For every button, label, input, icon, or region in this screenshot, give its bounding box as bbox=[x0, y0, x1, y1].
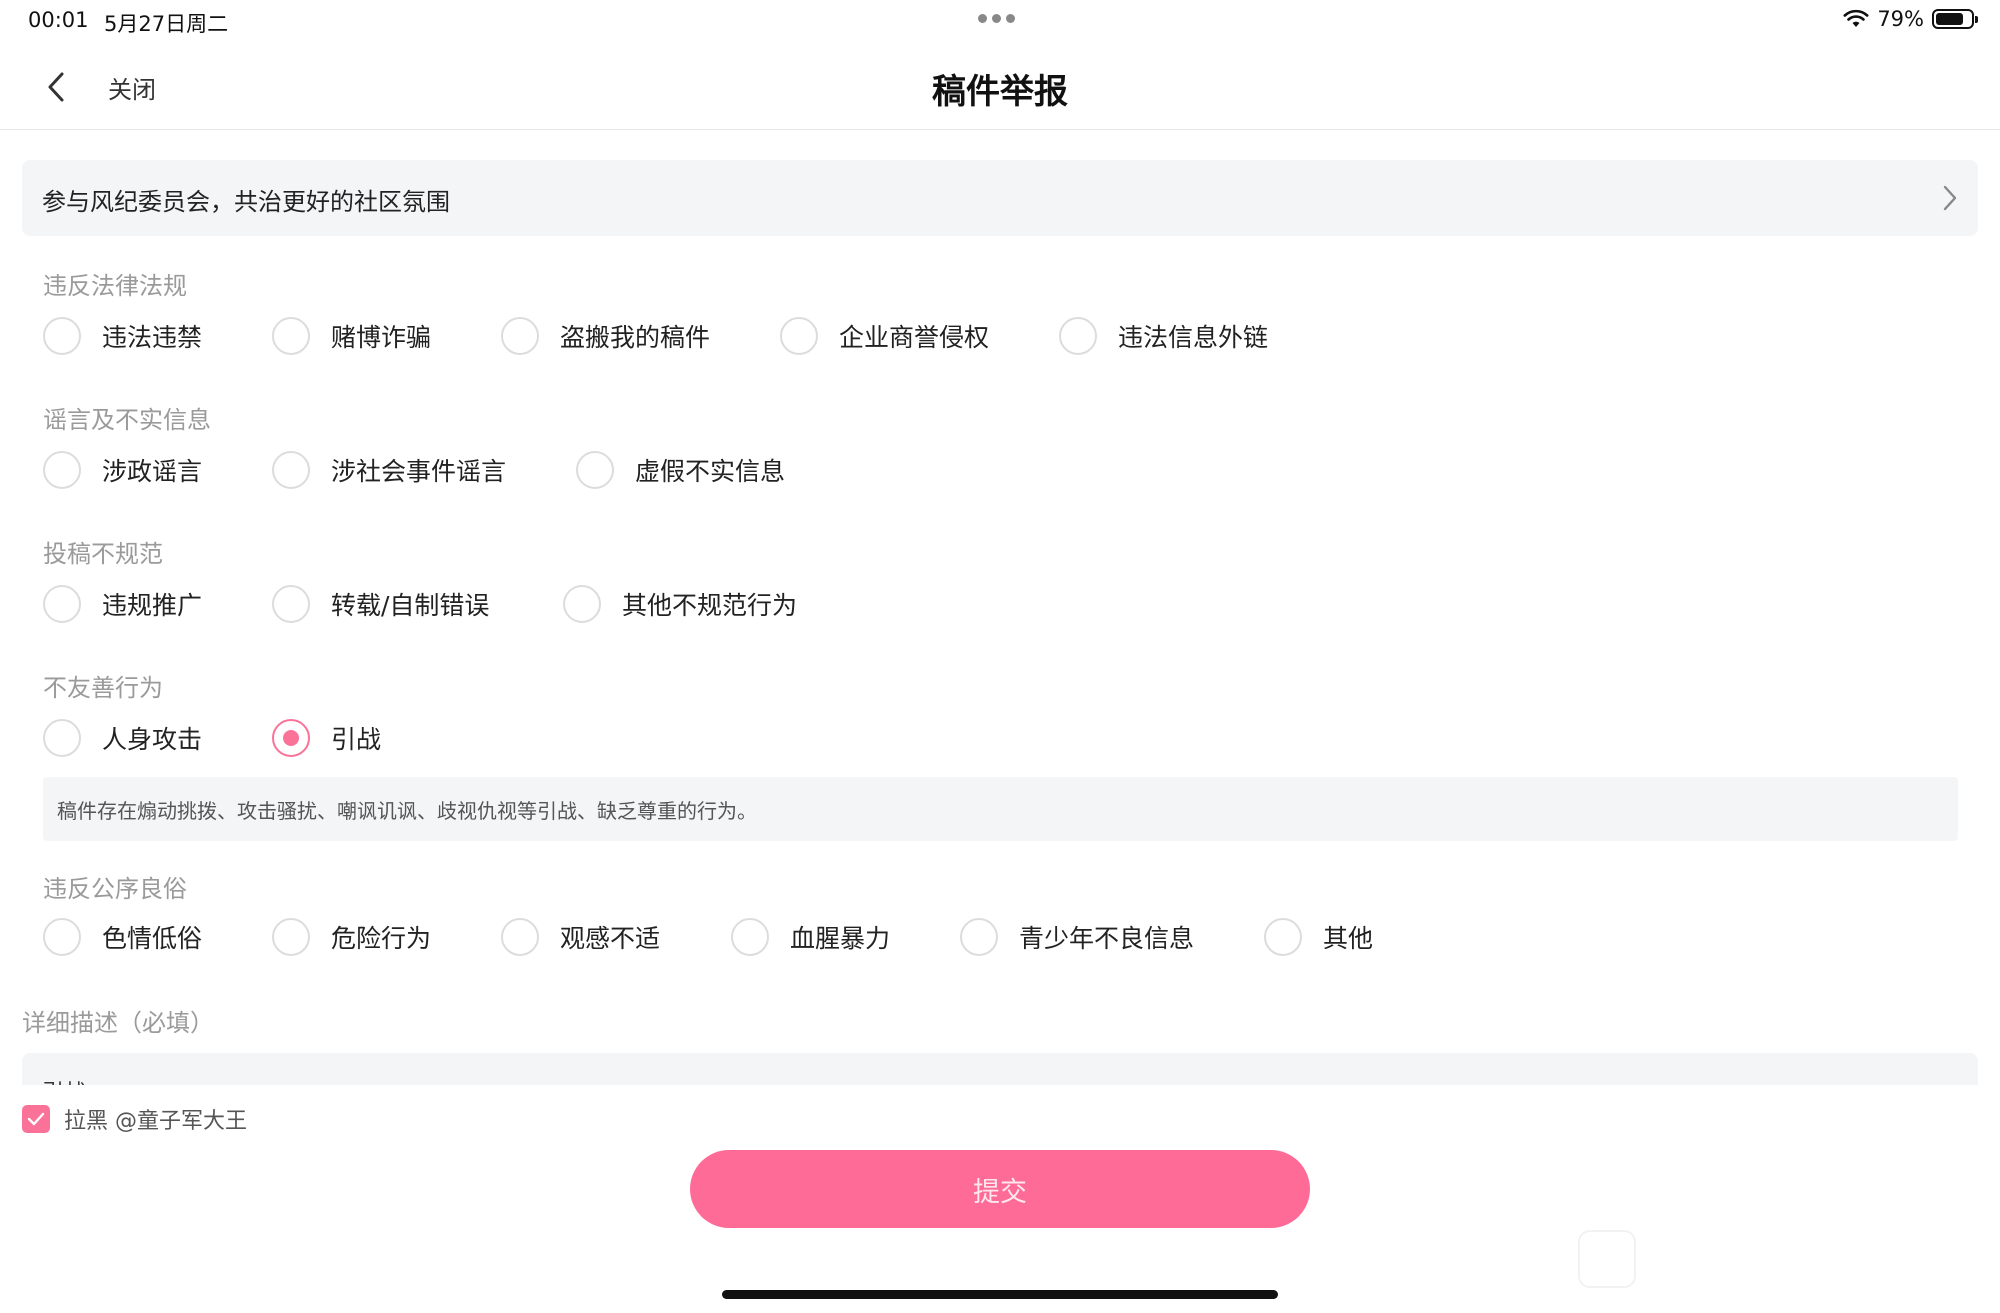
block-user-label: 拉黑 @童子军大王 bbox=[64, 1109, 247, 1134]
radio-icon bbox=[501, 918, 539, 956]
radio-icon bbox=[501, 317, 539, 355]
banner-text: 参与风纪委员会，共治更好的社区氛围 bbox=[42, 188, 450, 216]
page-title: 稿件举报 bbox=[932, 72, 1068, 112]
option-description-text: 稿件存在煽动挑拨、攻击骚扰、嘲讽讥讽、歧视仇视等引战、缺乏尊重的行为。 bbox=[57, 799, 757, 823]
option-label: 色情低俗 bbox=[102, 924, 203, 953]
radio-icon bbox=[576, 451, 614, 489]
submit-button[interactable]: 提交 bbox=[690, 1150, 1310, 1228]
battery-fill bbox=[1936, 13, 1963, 25]
option-illegal[interactable]: 违法违禁 bbox=[43, 317, 202, 355]
section-title-rumor: 谣言及不实信息 bbox=[43, 406, 211, 434]
option-label: 涉社会事件谣言 bbox=[331, 457, 507, 486]
option-label: 盗搬我的稿件 bbox=[560, 323, 711, 352]
option-gambling-fraud[interactable]: 赌博诈骗 bbox=[272, 317, 431, 355]
status-bar: 00:01 5月27日周二 79% bbox=[0, 0, 2000, 44]
option-label: 违法违禁 bbox=[102, 323, 203, 352]
checkbox-checked-icon bbox=[22, 1105, 50, 1133]
option-label: 虚假不实信息 bbox=[635, 457, 786, 486]
section-title-public-order: 违反公序良俗 bbox=[43, 875, 187, 903]
option-provoke-war[interactable]: 引战 bbox=[272, 719, 381, 757]
radio-icon bbox=[43, 585, 81, 623]
wifi-icon bbox=[1843, 9, 1869, 27]
option-label: 赌博诈骗 bbox=[331, 323, 432, 352]
radio-icon bbox=[960, 918, 998, 956]
detail-textarea[interactable]: 引战 bbox=[22, 1053, 1978, 1085]
option-label: 观感不适 bbox=[560, 924, 661, 953]
radio-checked-icon bbox=[272, 719, 310, 757]
option-label: 青少年不良信息 bbox=[1019, 924, 1195, 953]
radio-icon bbox=[1264, 918, 1302, 956]
option-pornography[interactable]: 色情低俗 bbox=[43, 918, 202, 956]
option-false-info[interactable]: 虚假不实信息 bbox=[576, 451, 785, 489]
radio-icon bbox=[43, 918, 81, 956]
chevron-right-icon bbox=[1943, 185, 1957, 211]
status-date: 5月27日周二 bbox=[104, 12, 229, 36]
radio-icon bbox=[43, 317, 81, 355]
committee-banner[interactable]: 参与风纪委员会，共治更好的社区氛围 bbox=[22, 160, 1978, 236]
radio-icon bbox=[272, 317, 310, 355]
option-social-rumor[interactable]: 涉社会事件谣言 bbox=[272, 451, 506, 489]
option-personal-attack[interactable]: 人身攻击 bbox=[43, 719, 202, 757]
option-discomfort[interactable]: 观感不适 bbox=[501, 918, 660, 956]
floating-app-icon[interactable] bbox=[1578, 1230, 1636, 1288]
option-repost-error[interactable]: 转载/自制错误 bbox=[272, 585, 489, 623]
radio-icon bbox=[272, 451, 310, 489]
section-title-submission: 投稿不规范 bbox=[43, 540, 163, 568]
option-minor-harm[interactable]: 青少年不良信息 bbox=[960, 918, 1194, 956]
detail-title: 详细描述（必填） bbox=[22, 1009, 214, 1037]
radio-icon bbox=[43, 451, 81, 489]
battery-icon bbox=[1932, 9, 1978, 29]
section-title-legal: 违反法律法规 bbox=[43, 272, 187, 300]
status-indicators: 79% bbox=[1843, 7, 1978, 31]
option-label: 企业商誉侵权 bbox=[839, 323, 990, 352]
report-page: 00:01 5月27日周二 79% 关闭 稿件举报 参与风纪委员会，共治更好的社… bbox=[0, 0, 2000, 1313]
radio-icon bbox=[780, 317, 818, 355]
radio-icon bbox=[272, 585, 310, 623]
option-label: 违规推广 bbox=[102, 591, 203, 620]
option-business-reputation[interactable]: 企业商誉侵权 bbox=[780, 317, 989, 355]
option-label: 其他 bbox=[1323, 924, 1374, 953]
option-stolen-work[interactable]: 盗搬我的稿件 bbox=[501, 317, 710, 355]
home-indicator[interactable] bbox=[722, 1290, 1278, 1299]
radio-icon bbox=[43, 719, 81, 757]
option-label: 危险行为 bbox=[331, 924, 432, 953]
option-gore[interactable]: 血腥暴力 bbox=[731, 918, 890, 956]
submit-label: 提交 bbox=[973, 1176, 1027, 1208]
option-illegal-link[interactable]: 违法信息外链 bbox=[1059, 317, 1268, 355]
option-political-rumor[interactable]: 涉政谣言 bbox=[43, 451, 202, 489]
option-label: 违法信息外链 bbox=[1118, 323, 1269, 352]
battery-percent: 79% bbox=[1877, 7, 1924, 31]
nav-bar: 关闭 稿件举报 bbox=[0, 44, 2000, 130]
option-label: 引战 bbox=[331, 725, 382, 754]
status-time: 00:01 bbox=[28, 8, 89, 32]
option-other-irregular[interactable]: 其他不规范行为 bbox=[563, 585, 797, 623]
section-title-unfriendly: 不友善行为 bbox=[43, 674, 163, 702]
option-label: 涉政谣言 bbox=[102, 457, 203, 486]
multitask-dots-icon[interactable] bbox=[978, 14, 1015, 23]
radio-icon bbox=[731, 918, 769, 956]
radio-icon bbox=[563, 585, 601, 623]
detail-text: 引战 bbox=[42, 1075, 86, 1085]
option-description: 稿件存在煽动挑拨、攻击骚扰、嘲讽讥讽、歧视仇视等引战、缺乏尊重的行为。 bbox=[43, 777, 1958, 841]
option-promotion[interactable]: 违规推广 bbox=[43, 585, 202, 623]
option-dangerous[interactable]: 危险行为 bbox=[272, 918, 431, 956]
option-label: 转载/自制错误 bbox=[331, 591, 490, 620]
radio-icon bbox=[1059, 317, 1097, 355]
option-other[interactable]: 其他 bbox=[1264, 918, 1373, 956]
block-user-toggle[interactable]: 拉黑 @童子军大王 bbox=[22, 1103, 247, 1135]
option-label: 人身攻击 bbox=[102, 725, 203, 754]
radio-icon bbox=[272, 918, 310, 956]
option-label: 血腥暴力 bbox=[790, 924, 891, 953]
option-label: 其他不规范行为 bbox=[622, 591, 798, 620]
